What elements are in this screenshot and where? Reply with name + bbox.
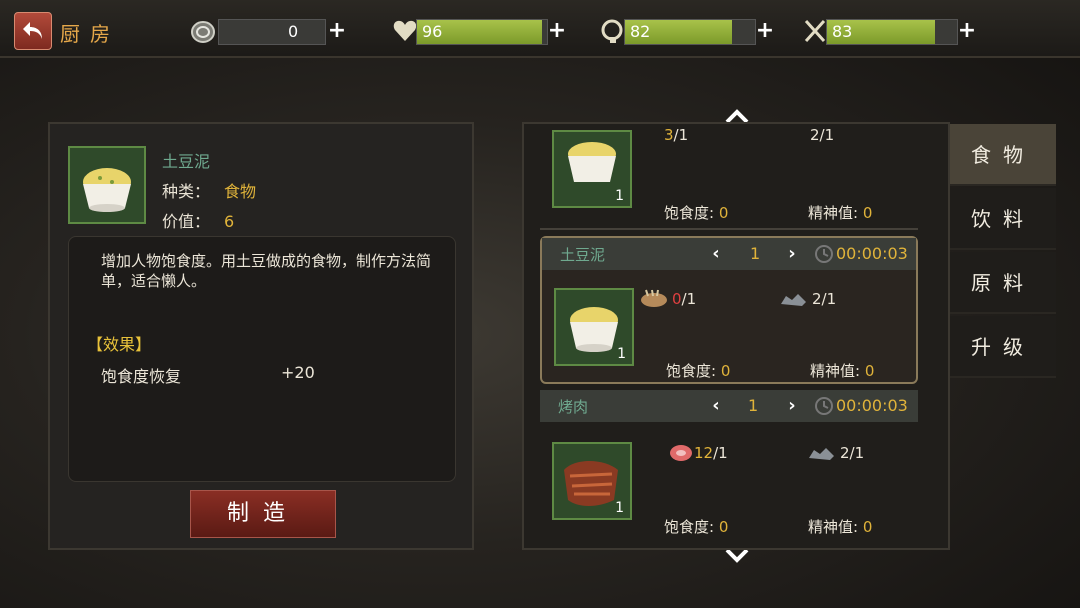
hunger-effect: 饱食度: 0 bbox=[666, 362, 731, 380]
coal-icon bbox=[781, 294, 806, 306]
tab-drink[interactable]: 饮料 bbox=[950, 188, 1056, 250]
ingredient-coal: 2/1 bbox=[810, 126, 835, 144]
recipe-card-selected[interactable]: 土豆泥 ‹ 1 › 00:00:03 1 0/1 2/1 饱食度: 0 精神值:… bbox=[540, 236, 918, 384]
clock-icon bbox=[815, 245, 833, 263]
coins-value: 0 bbox=[288, 22, 299, 41]
description-box: 增加人物饱食度。用土豆做成的食物，制作方法简单，适合懒人。 【效果】 饱食度恢复… bbox=[68, 236, 456, 482]
recipe-thumbnail: 1 bbox=[552, 442, 632, 520]
page-title: 厨房 bbox=[60, 22, 120, 46]
tab-material[interactable]: 原料 bbox=[950, 252, 1056, 314]
recipe-count: 1 bbox=[617, 346, 626, 362]
add-hunger-button[interactable]: + bbox=[956, 20, 978, 42]
recipe-list[interactable]: 1 3/1 2/1 饱食度: 0 精神值: 0 土豆泥 ‹ 1 › 00:00:… bbox=[522, 122, 950, 550]
health-stat: 96 + bbox=[392, 19, 570, 45]
recipe-thumbnail: 1 bbox=[554, 288, 634, 366]
recipe-header: 烤肉 ‹ 1 › 00:00:03 bbox=[540, 390, 918, 422]
item-detail-panel: 土豆泥 种类： 食物 价值： 6 增加人物饱食度。用土豆做成的食物，制作方法简单，适… bbox=[48, 122, 474, 550]
recipe-card[interactable]: 烤肉 ‹ 1 › 00:00:03 1 12/1 2/1 饱食度: 0 精神值:… bbox=[540, 390, 918, 540]
item-thumbnail bbox=[68, 146, 146, 224]
recipe-qty: 1 bbox=[750, 244, 761, 263]
add-health-button[interactable]: + bbox=[546, 20, 568, 42]
ingredient-potato: 0/1 bbox=[672, 290, 697, 308]
mind-value: 82 bbox=[630, 22, 651, 41]
brain-icon bbox=[601, 19, 623, 43]
mashed-potato-icon bbox=[83, 168, 131, 212]
coins-stat: 0 + bbox=[190, 19, 350, 45]
hunger-effect: 饱食度: 0 bbox=[664, 204, 729, 222]
spirit-effect: 精神值: 0 bbox=[808, 518, 873, 536]
item-type: 种类： 食物 bbox=[162, 182, 257, 201]
heart-icon bbox=[393, 20, 417, 41]
recipe-timer: 00:00:03 bbox=[836, 244, 908, 263]
coal-icon bbox=[809, 448, 834, 460]
ingredient-meat: 12/1 bbox=[694, 444, 728, 462]
hunger-effect: 饱食度: 0 bbox=[664, 518, 729, 536]
top-bar: 厨房 0 + 96 + 82 + 83 + bbox=[0, 0, 1080, 58]
increase-qty-button[interactable]: › bbox=[784, 243, 800, 265]
tab-food[interactable]: 食物 bbox=[950, 124, 1056, 186]
mind-stat: 82 + bbox=[600, 19, 778, 45]
recipe-header: 土豆泥 ‹ 1 › 00:00:03 bbox=[542, 238, 916, 270]
effect-name: 饱食度恢复 bbox=[101, 367, 182, 386]
make-button[interactable]: 制造 bbox=[190, 490, 336, 538]
decrease-qty-button[interactable]: ‹ bbox=[708, 243, 724, 265]
ingredient-coal: 2/1 bbox=[812, 290, 837, 308]
ingredient-potato: 3/1 bbox=[664, 126, 689, 144]
spirit-effect: 精神值: 0 bbox=[810, 362, 875, 380]
recipe-count: 1 bbox=[615, 188, 624, 204]
recipe-qty: 1 bbox=[748, 396, 759, 415]
decrease-qty-button[interactable]: ‹ bbox=[708, 395, 724, 417]
recipe-thumbnail: 1 bbox=[552, 130, 632, 208]
hunger-value: 83 bbox=[832, 22, 853, 41]
back-button[interactable] bbox=[14, 12, 52, 50]
recipe-name: 烤肉 bbox=[558, 398, 589, 416]
item-description: 增加人物饱食度。用土豆做成的食物，制作方法简单，适合懒人。 bbox=[101, 252, 432, 290]
hunger-stat: 83 + bbox=[802, 19, 980, 45]
recipe-card[interactable]: 1 3/1 2/1 饱食度: 0 精神值: 0 bbox=[540, 124, 918, 228]
add-coins-button[interactable]: + bbox=[326, 20, 348, 42]
spirit-effect: 精神值: 0 bbox=[808, 204, 873, 222]
effect-value: +20 bbox=[281, 363, 315, 382]
add-mind-button[interactable]: + bbox=[754, 20, 776, 42]
clock-icon bbox=[815, 397, 833, 415]
recipe-count: 1 bbox=[615, 500, 624, 516]
tab-upgrade[interactable]: 升级 bbox=[950, 316, 1056, 378]
increase-qty-button[interactable]: › bbox=[784, 395, 800, 417]
item-name: 土豆泥 bbox=[162, 152, 211, 171]
recipe-name: 土豆泥 bbox=[560, 246, 606, 264]
recipe-timer: 00:00:03 bbox=[836, 396, 908, 415]
health-value: 96 bbox=[422, 22, 443, 41]
coin-icon bbox=[191, 21, 215, 43]
ingredient-coal: 2/1 bbox=[840, 444, 865, 462]
back-arrow-icon bbox=[23, 22, 42, 39]
fork-knife-icon bbox=[804, 19, 826, 43]
meat-icon bbox=[670, 445, 692, 461]
item-price: 价值： 6 bbox=[162, 212, 235, 231]
potato-icon bbox=[641, 289, 667, 307]
effect-title: 【效果】 bbox=[87, 335, 152, 354]
